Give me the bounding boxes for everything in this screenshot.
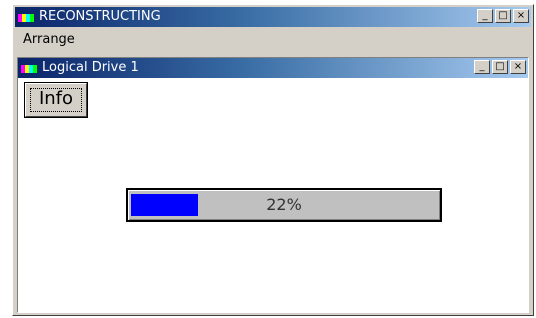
child-close-icon[interactable]: × (510, 60, 526, 74)
close-icon[interactable]: × (513, 9, 529, 23)
main-title-bar[interactable]: RECONSTRUCTING _ □ × (15, 7, 531, 27)
mdi-client-area: Logical Drive 1 _ □ × Info 22% (17, 57, 529, 313)
menu-arrange[interactable]: Arrange (23, 30, 75, 50)
raid-app-icon (21, 62, 37, 74)
child-minimize-icon[interactable]: _ (474, 60, 490, 74)
minimize-icon[interactable]: _ (477, 9, 493, 23)
info-button-label: Info (38, 88, 74, 109)
child-title-bar[interactable]: Logical Drive 1 _ □ × (18, 58, 528, 78)
child-window-title: Logical Drive 1 (42, 60, 139, 75)
logical-drive-window: Logical Drive 1 _ □ × Info 22% (18, 58, 528, 312)
maximize-icon[interactable]: □ (495, 9, 511, 23)
main-window: RECONSTRUCTING _ □ × Arrange Logical Dri… (12, 4, 534, 316)
child-maximize-icon[interactable]: □ (492, 60, 508, 74)
info-button[interactable]: Info (24, 82, 88, 118)
reconstruction-progress-bar: 22% (126, 188, 442, 222)
menu-bar: Arrange (15, 29, 531, 49)
progress-label: 22% (266, 195, 302, 214)
raid-app-icon (18, 11, 34, 23)
window-title: RECONSTRUCTING (39, 9, 161, 24)
